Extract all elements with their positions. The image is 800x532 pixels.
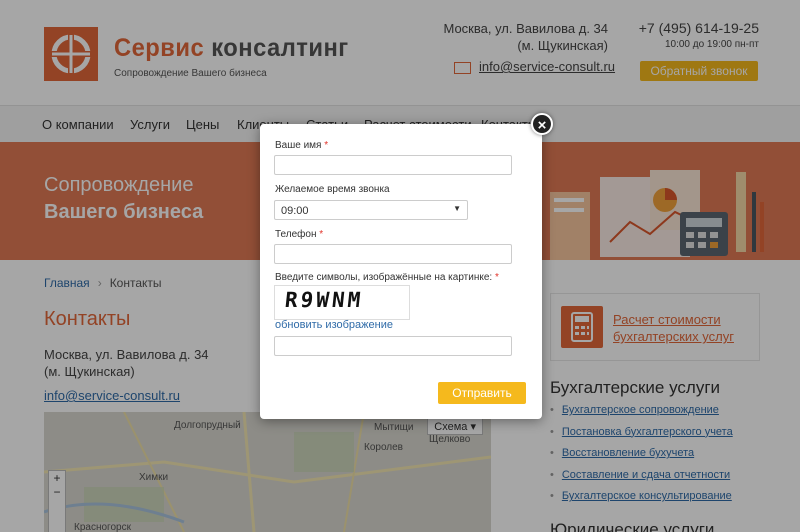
callback-modal: Ваше имя * Желаемое время звонка 09:00 ▼… — [260, 124, 542, 419]
required-mark: * — [494, 272, 499, 283]
time-select-value: 09:00 — [281, 205, 309, 217]
submit-button[interactable]: Отправить — [438, 382, 526, 404]
time-label: Желаемое время звонка — [275, 184, 390, 195]
captcha-refresh-link[interactable]: обновить изображение — [275, 319, 393, 331]
name-input[interactable] — [274, 155, 512, 175]
phone-label-text: Телефон — [275, 229, 317, 240]
name-label: Ваше имя * — [275, 140, 328, 151]
time-select[interactable]: 09:00 ▼ — [274, 200, 468, 220]
name-label-text: Ваше имя — [275, 140, 322, 151]
phone-input[interactable] — [274, 244, 512, 264]
phone-label: Телефон * — [275, 229, 323, 240]
captcha-label: Введите символы, изображённые на картинк… — [275, 272, 499, 283]
close-icon[interactable]: × — [531, 113, 553, 135]
captcha-input[interactable] — [274, 336, 512, 356]
captcha-image: R9WNM — [274, 285, 410, 320]
captcha-label-text: Введите символы, изображённые на картинк… — [275, 272, 493, 283]
dropdown-arrow-icon: ▼ — [453, 204, 461, 213]
captcha-text: R9WNM — [283, 288, 365, 312]
required-mark: * — [324, 140, 329, 151]
required-mark: * — [319, 229, 324, 240]
